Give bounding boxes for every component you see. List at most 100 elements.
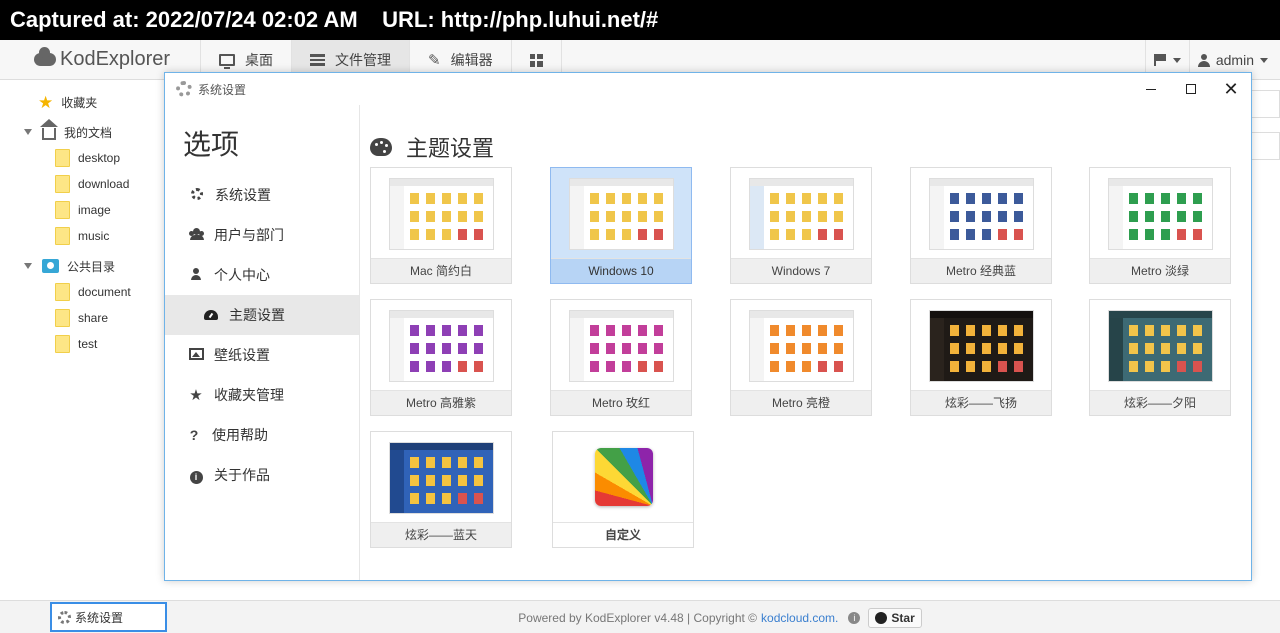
menu-label: 壁纸设置 <box>214 347 270 363</box>
capture-caption: Captured at: 2022/07/24 02:02 AM URL: ht… <box>0 0 1280 40</box>
theme-card[interactable]: 炫彩——飞扬 <box>910 299 1052 416</box>
theme-label: 炫彩——飞扬 <box>911 390 1051 415</box>
tree-label: share <box>78 311 109 325</box>
theme-card[interactable]: 炫彩——夕阳 <box>1089 299 1231 416</box>
tree-label: desktop <box>78 151 121 165</box>
menu-item-users-departments[interactable]: 用户与部门 <box>165 215 359 255</box>
menu-label: 使用帮助 <box>212 427 268 443</box>
sidebar-title: 选项 <box>183 129 240 160</box>
tree-item-music[interactable]: music <box>55 223 109 249</box>
theme-card[interactable]: Metro 淡绿 <box>1089 167 1231 284</box>
menu-item-system-settings[interactable]: 系统设置 <box>165 175 359 215</box>
user-icon <box>188 267 204 283</box>
chevron-down-icon <box>1260 57 1268 63</box>
menu-item-help[interactable]: ? 使用帮助 <box>165 415 359 455</box>
tree-label: 收藏夹 <box>61 95 98 110</box>
menu-label: 系统设置 <box>215 187 271 203</box>
star-icon: ★ <box>189 387 203 404</box>
theme-card[interactable]: Windows 7 <box>730 167 872 284</box>
palette-icon <box>370 138 392 156</box>
theme-card[interactable]: 自定义 <box>552 431 694 548</box>
theme-preview-thumbnail <box>1108 178 1213 250</box>
menu-label: 关于作品 <box>214 467 270 483</box>
minimize-button[interactable] <box>1131 73 1171 105</box>
theme-label: Metro 亮橙 <box>731 390 871 415</box>
menu-item-theme-settings[interactable]: 主题设置 <box>165 295 359 335</box>
theme-card[interactable]: Metro 玫红 <box>550 299 692 416</box>
background-panel <box>1250 90 1280 118</box>
github-icon <box>875 611 888 624</box>
tree-item-download[interactable]: download <box>55 171 129 197</box>
theme-label: 炫彩——夕阳 <box>1090 390 1230 415</box>
maximize-icon <box>1186 84 1196 94</box>
section-title: 主题设置 <box>406 136 495 161</box>
tree-label: 我的文档 <box>64 125 113 140</box>
theme-card[interactable]: Metro 经典蓝 <box>910 167 1052 284</box>
menu-label: 用户与部门 <box>214 227 284 243</box>
tree-item-share[interactable]: share <box>55 305 108 331</box>
menu-item-wallpaper[interactable]: 壁纸设置 <box>165 335 359 375</box>
github-star-button[interactable]: Star <box>868 607 922 628</box>
section-heading: 主题设置 <box>370 131 494 163</box>
desktop-icon <box>219 54 235 69</box>
footer-text: Powered by KodExplorer v4.48 | Copyright… <box>518 610 758 625</box>
theme-preview-thumbnail <box>569 310 674 382</box>
theme-card[interactable]: Mac 简约白 <box>370 167 512 284</box>
close-icon: ✕ <box>1223 79 1239 99</box>
tab-label: 桌面 <box>245 52 273 68</box>
taskbar-item-settings[interactable]: 系统设置 <box>50 602 167 632</box>
theme-label: Metro 玫红 <box>551 390 691 415</box>
close-button[interactable]: ✕ <box>1211 73 1251 105</box>
background-panel <box>1250 132 1280 160</box>
maximize-button[interactable] <box>1171 73 1211 105</box>
tree-item-image[interactable]: image <box>55 197 111 223</box>
menu-item-personal-center[interactable]: 个人中心 <box>165 255 359 295</box>
theme-preview-thumbnail <box>389 310 494 382</box>
tree-item-favorites[interactable]: ★ 收藏夹 <box>38 89 97 115</box>
star-label: Star <box>891 610 915 625</box>
chevron-down-icon[interactable] <box>24 129 32 135</box>
tree-item-test[interactable]: test <box>55 331 97 357</box>
folder-icon <box>55 227 70 245</box>
flag-icon <box>1153 54 1167 66</box>
app-logo[interactable]: KodExplorer <box>34 47 170 71</box>
theme-label: 炫彩——蓝天 <box>371 522 511 547</box>
menu-label: 收藏夹管理 <box>214 387 284 403</box>
tree-item-desktop[interactable]: desktop <box>55 145 120 171</box>
footer-link[interactable]: kodcloud.com. <box>761 611 838 625</box>
theme-label: Metro 高雅紫 <box>371 390 511 415</box>
theme-label: Windows 7 <box>731 258 871 283</box>
info-icon: i <box>188 467 204 484</box>
tree-item-public[interactable]: 公共目录 <box>24 253 115 279</box>
footer-bar: Powered by KodExplorer v4.48 | Copyright… <box>0 600 1280 633</box>
list-icon <box>310 54 325 66</box>
info-icon[interactable]: i <box>848 611 861 624</box>
menu-item-favorites-manage[interactable]: ★ 收藏夹管理 <box>165 375 359 415</box>
edit-icon: ✎ <box>428 52 441 69</box>
star-icon: ★ <box>38 92 54 112</box>
theme-preview-thumbnail <box>569 178 674 250</box>
theme-preview-thumbnail <box>389 178 494 250</box>
grid-icon <box>529 53 543 67</box>
tree-item-document[interactable]: document <box>55 279 131 305</box>
dialog-titlebar[interactable]: 系统设置 <box>165 73 1251 105</box>
tree-label: 公共目录 <box>67 259 116 274</box>
theme-preview-thumbnail <box>1108 310 1213 382</box>
public-folder-icon <box>42 259 59 273</box>
theme-card[interactable]: 炫彩——蓝天 <box>370 431 512 548</box>
folder-icon <box>55 283 70 301</box>
theme-card[interactable]: Windows 10 <box>550 167 692 284</box>
menu-item-about[interactable]: i 关于作品 <box>165 455 359 495</box>
tree-item-my-docs[interactable]: 我的文档 <box>24 119 112 145</box>
tab-label: 编辑器 <box>450 52 493 68</box>
theme-card[interactable]: Metro 高雅紫 <box>370 299 512 416</box>
chevron-down-icon[interactable] <box>24 263 32 269</box>
folder-icon <box>55 149 70 167</box>
menu-label: 主题设置 <box>229 307 285 323</box>
dialog-title: 系统设置 <box>198 82 247 97</box>
home-icon <box>40 119 58 140</box>
footer: Powered by KodExplorer v4.48 | Copyright… <box>0 601 1280 633</box>
theme-card[interactable]: Metro 亮橙 <box>730 299 872 416</box>
tab-label: 文件管理 <box>335 52 391 68</box>
menu-label: 个人中心 <box>214 267 270 283</box>
